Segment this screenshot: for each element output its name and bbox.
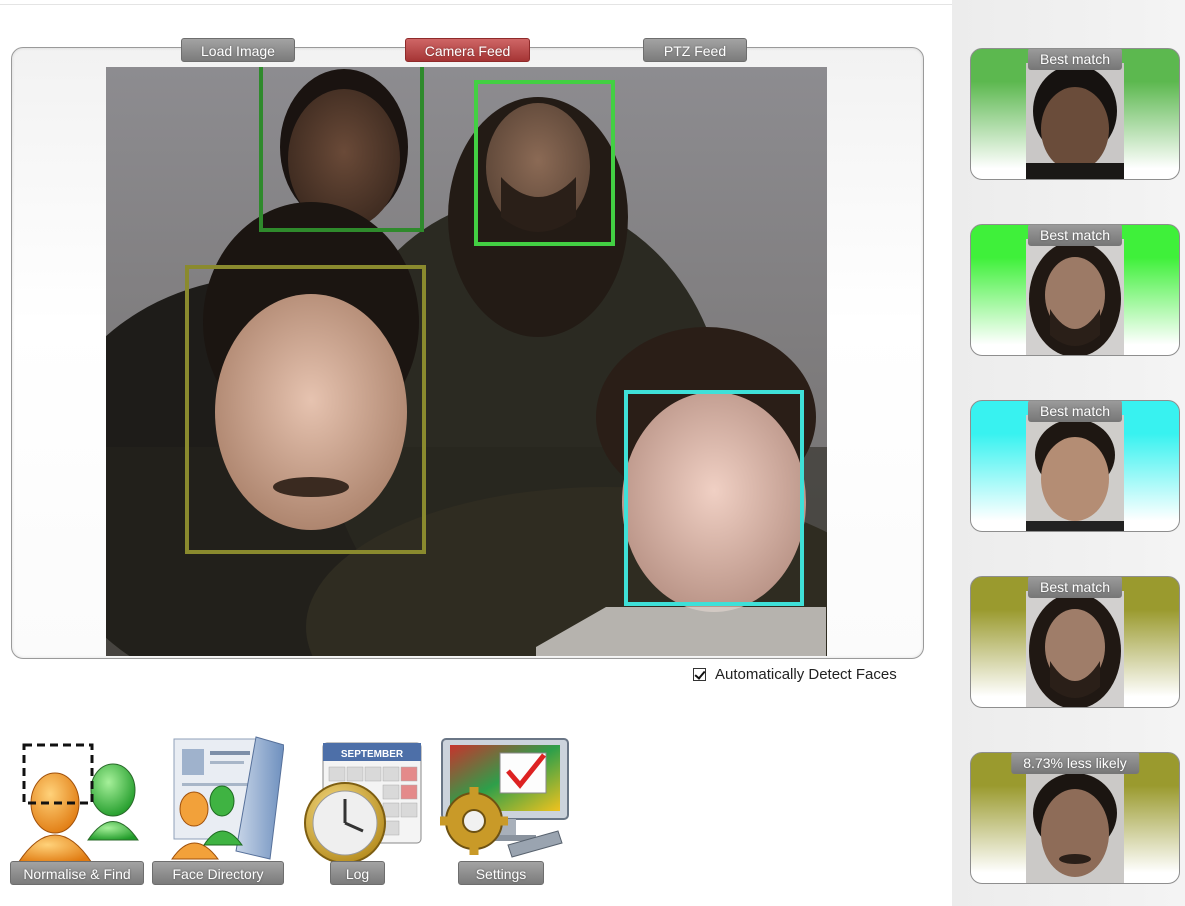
log-button[interactable]: SEPTEMBER Log	[297, 735, 427, 885]
match-label: Best match	[1027, 49, 1123, 70]
match-label: Best match	[1027, 401, 1123, 422]
top-divider	[0, 4, 952, 5]
face-directory-label: Face Directory	[152, 861, 284, 885]
match-card[interactable]: 8.73% less likely	[970, 752, 1180, 884]
match-card[interactable]: Best match	[970, 224, 1180, 356]
normalise-find-label: Normalise & Find	[10, 861, 144, 885]
match-thumbnail	[1026, 591, 1124, 707]
match-thumbnail	[1026, 239, 1124, 355]
face-thumbnail	[1026, 415, 1124, 531]
match-card[interactable]: Best match	[970, 400, 1180, 532]
match-thumbnail	[1026, 415, 1124, 531]
matches-sidebar: Best match Best match Best match Best ma…	[952, 0, 1185, 906]
auto-detect-faces-option[interactable]: Automatically Detect Faces	[693, 664, 897, 684]
match-card[interactable]: Best match	[970, 576, 1180, 708]
camera-feed-view	[106, 67, 827, 656]
auto-detect-label: Automatically Detect Faces	[715, 665, 897, 683]
normalise-find-button[interactable]: Normalise & Find	[10, 735, 144, 885]
face-thumbnail	[1026, 63, 1124, 179]
tab-load-image[interactable]: Load Image	[181, 38, 295, 62]
match-card[interactable]: Best match	[970, 48, 1180, 180]
face-directory-button[interactable]: Face Directory	[152, 735, 284, 885]
auto-detect-checkbox[interactable]	[693, 667, 706, 681]
face-recognition-app: Load Image Camera Feed PTZ Feed Automati…	[0, 0, 1185, 906]
match-thumbnail	[1026, 63, 1124, 179]
match-label: Best match	[1027, 225, 1123, 246]
tab-camera-feed[interactable]: Camera Feed	[405, 38, 530, 62]
settings-gear-icon	[440, 738, 569, 858]
settings-label: Settings	[458, 861, 544, 885]
detected-face-box	[474, 80, 615, 246]
detected-face-box	[259, 67, 424, 232]
face-thumbnail	[1026, 591, 1124, 707]
detected-face-box	[624, 390, 804, 606]
tab-ptz-feed[interactable]: PTZ Feed	[643, 38, 747, 62]
detected-face-box	[185, 265, 426, 554]
log-label: Log	[330, 861, 385, 885]
match-thumbnail	[1026, 767, 1124, 883]
match-label: 8.73% less likely	[1011, 753, 1139, 774]
settings-button[interactable]: Settings	[438, 735, 573, 885]
face-thumbnail	[1026, 767, 1124, 883]
user-find-icon	[17, 743, 139, 863]
face-thumbnail	[1026, 239, 1124, 355]
calendar-clock-icon: SEPTEMBER	[304, 742, 422, 863]
match-label: Best match	[1027, 577, 1123, 598]
face-directory-icon	[171, 736, 284, 860]
calendar-month: SEPTEMBER	[341, 749, 404, 760]
